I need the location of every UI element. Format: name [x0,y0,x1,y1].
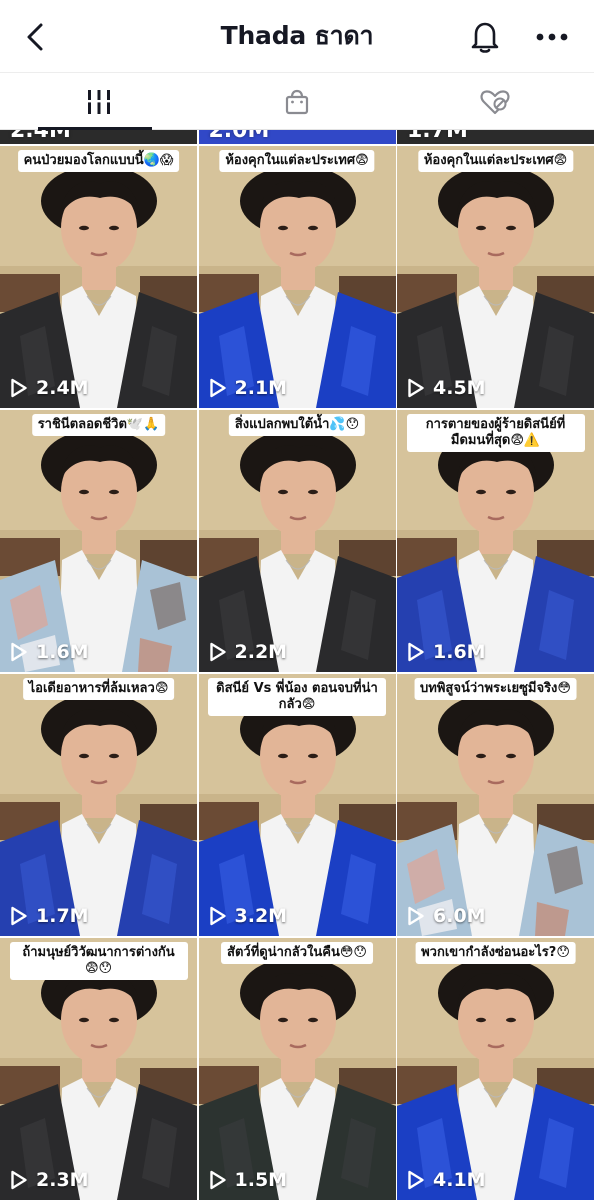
play-icon [407,642,425,662]
tab-liked[interactable] [396,73,594,130]
video-tile[interactable]: ราชินีตลอดชีวิต🕊️🙏 1.6M [0,410,197,672]
video-caption: ห้องคุกในแต่ละประเทศ😨 [219,150,375,172]
view-count-badge: 3.2M [209,905,288,927]
profile-tab-bar [0,72,594,130]
play-icon [407,378,425,398]
view-count: 2.0M [208,130,270,143]
video-tile[interactable]: สัตว์ที่ดูน่ากลัวในคืน😳😯 1.5M [198,938,396,1200]
view-count: 3.2M [234,905,288,927]
view-count: 6.0M [433,905,486,927]
video-caption: ถ้ามนุษย์วิวัฒนาการต่างกัน 😨😯 [9,942,188,980]
partial-video-tile[interactable]: 1.7M [397,130,594,144]
view-count: 2.3M [36,1169,89,1191]
video-tile[interactable]: สิ่งแปลกพบใต้น้ำ💦😯 2.2M [198,410,396,672]
view-count: 1.7M [407,130,468,143]
video-caption: บทพิสูจน์ว่าพระเยซูมีจริง😳 [414,678,577,700]
notifications-button[interactable] [466,18,504,56]
view-count-badge: 1.6M [407,641,486,663]
video-caption: สิ่งแปลกพบใต้น้ำ💦😯 [228,414,366,436]
tab-videos[interactable] [0,73,198,130]
view-count-badge: 2.1M [209,377,288,399]
view-count-badge: 1.5M [209,1169,288,1191]
play-icon [209,378,227,398]
view-count: 2.4M [10,130,71,143]
video-caption: ห้องคุกในแต่ละประเทศ😨 [417,150,574,172]
view-count-badge: 1.6M [10,641,89,663]
play-icon [209,1170,227,1190]
view-count: 4.5M [433,377,486,399]
view-count-badge: 2.2M [209,641,288,663]
view-count-badge: 4.1M [407,1169,486,1191]
bell-icon [471,22,499,53]
more-horizontal-icon [536,33,568,41]
video-tile[interactable]: บทพิสูจน์ว่าพระเยซูมีจริง😳 6.0M [397,674,594,936]
video-caption: คนป่วยมองโลกแบบนี้🌏😱 [17,150,180,172]
back-button[interactable] [18,20,52,54]
video-tile[interactable]: ดิสนีย์ Vs พี่น้อง ตอนจบที่น่ากลัว😨 3.2M [198,674,396,936]
video-caption: ราชินีตลอดชีวิต🕊️🙏 [31,414,166,436]
video-caption: ไอเดียอาหารที่ล้มเหลว😨 [22,678,175,700]
play-icon [10,906,28,926]
heart-hidden-icon [480,89,510,114]
tab-shop[interactable] [198,73,396,130]
video-tile[interactable]: ห้องคุกในแต่ละประเทศ😨 2.1M [198,146,396,408]
view-count: 2.2M [234,641,288,663]
profile-title: Thada ธาดา [220,21,374,50]
play-icon [209,906,227,926]
partial-video-tile[interactable]: 2.4M [0,130,197,144]
video-tile[interactable]: ไอเดียอาหารที่ล้มเหลว😨 1.7M [0,674,197,936]
video-thumbnail [198,410,396,672]
video-tile[interactable]: ถ้ามนุษย์วิวัฒนาการต่างกัน 😨😯 2.3M [0,938,197,1200]
video-thumbnail [397,938,594,1200]
video-grid: 2.4M 2.0M 1.7M คนป่วยมองโลกแบบนี้🌏😱 2.4M… [0,130,594,1200]
view-count: 1.7M [36,905,89,927]
video-thumbnail [397,674,594,936]
video-caption: ดิสนีย์ Vs พี่น้อง ตอนจบที่น่ากลัว😨 [208,678,386,716]
view-count: 4.1M [433,1169,486,1191]
view-count-badge: 6.0M [407,905,486,927]
video-thumbnail [0,146,197,408]
video-thumbnail [0,410,197,672]
video-tile[interactable]: ห้องคุกในแต่ละประเทศ😨 4.5M [397,146,594,408]
video-caption: การตายของผู้ร้ายดิสนีย์ที่ มืดมนที่สุด😨⚠… [406,414,585,452]
video-thumbnail [198,938,396,1200]
video-thumbnail [198,146,396,408]
play-icon [10,642,28,662]
play-icon [407,906,425,926]
play-icon [10,1170,28,1190]
play-icon [407,1170,425,1190]
play-icon [209,642,227,662]
video-caption: สัตว์ที่ดูน่ากลัวในคืน😳😯 [221,942,373,964]
video-tile[interactable]: พวกเขากำลังซ่อนอะไร?😯 4.1M [397,938,594,1200]
video-thumbnail [0,674,197,936]
view-count: 2.4M [36,377,89,399]
top-nav-bar: Thada ธาดา [0,0,594,72]
view-count: 1.6M [433,641,486,663]
video-caption: พวกเขากำลังซ่อนอะไร?😯 [415,942,576,964]
play-icon [10,378,28,398]
grid-bars-icon [86,89,112,114]
view-count: 2.1M [234,377,288,399]
view-count-badge: 2.4M [10,377,89,399]
view-count: 1.5M [234,1169,288,1191]
shopping-bag-icon [285,89,309,114]
chevron-left-icon [27,23,43,51]
view-count-badge: 1.7M [10,905,89,927]
view-count-badge: 4.5M [407,377,486,399]
video-thumbnail [397,146,594,408]
view-count: 1.6M [36,641,89,663]
partial-video-tile[interactable]: 2.0M [198,130,396,144]
video-tile[interactable]: คนป่วยมองโลกแบบนี้🌏😱 2.4M [0,146,197,408]
video-tile[interactable]: การตายของผู้ร้ายดิสนีย์ที่ มืดมนที่สุด😨⚠… [397,410,594,672]
view-count-badge: 2.3M [10,1169,89,1191]
more-options-button[interactable] [530,18,574,56]
